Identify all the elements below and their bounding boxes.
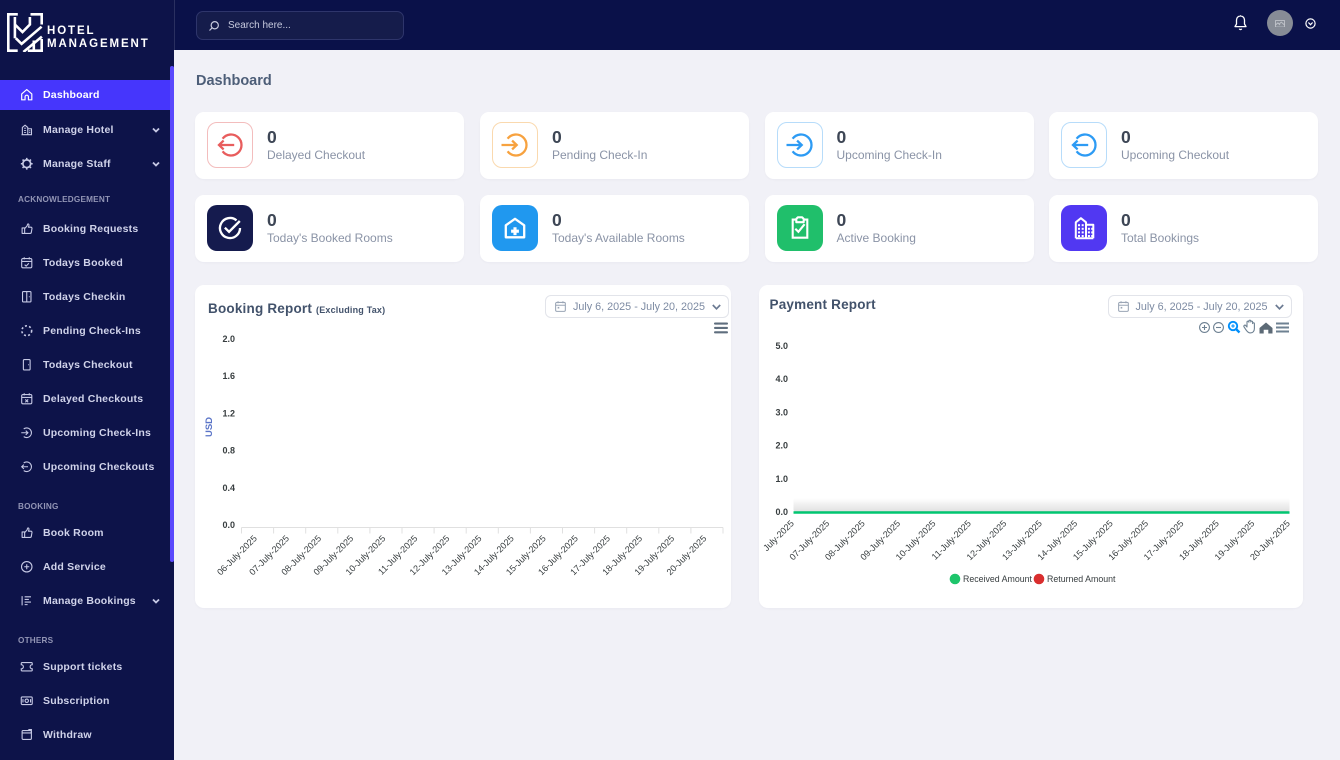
svg-text:July-2025: July-2025	[761, 518, 796, 553]
svg-text:2.0: 2.0	[775, 441, 788, 451]
svg-text:4.0: 4.0	[775, 374, 788, 384]
svg-text:Returned Amount: Returned Amount	[1047, 574, 1116, 584]
svg-text:0.4: 0.4	[222, 483, 235, 493]
svg-text:2.0: 2.0	[222, 334, 235, 344]
svg-text:1.2: 1.2	[222, 409, 235, 419]
svg-text:USD: USD	[204, 417, 215, 437]
svg-text:0.0: 0.0	[775, 507, 788, 517]
svg-text:3.0: 3.0	[775, 408, 788, 418]
svg-text:Received Amount: Received Amount	[963, 574, 1033, 584]
svg-text:5.0: 5.0	[775, 341, 788, 351]
svg-text:1.6: 1.6	[222, 371, 235, 381]
svg-text:0.8: 0.8	[222, 446, 235, 456]
svg-text:1.0: 1.0	[775, 474, 788, 484]
svg-text:0.0: 0.0	[222, 520, 235, 530]
